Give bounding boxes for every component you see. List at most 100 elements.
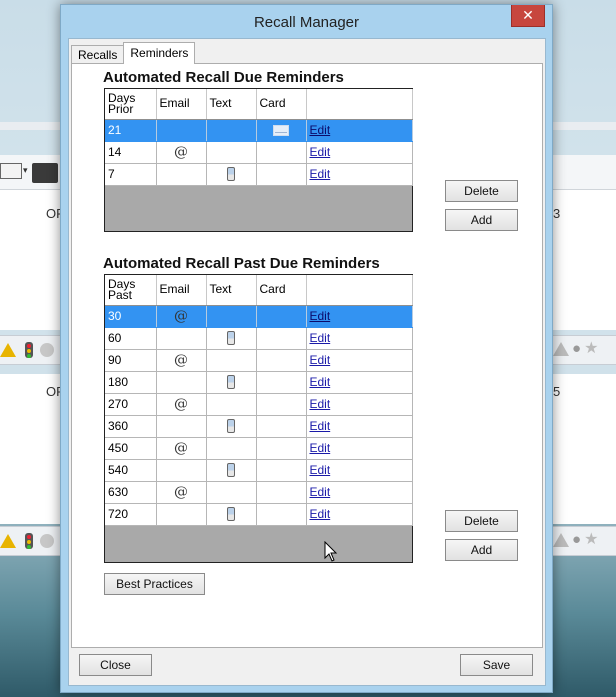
best-practices-button[interactable]: Best Practices xyxy=(104,573,205,595)
envelope-cell[interactable] xyxy=(256,119,307,142)
at-sign-cell[interactable] xyxy=(156,327,207,350)
mobile-phone-cell[interactable] xyxy=(206,305,257,328)
past-due-add-button[interactable]: Add xyxy=(445,539,518,561)
days-cell[interactable]: 540 xyxy=(105,459,157,482)
table-row[interactable]: 7 Edit xyxy=(105,163,413,186)
mobile-phone-cell[interactable] xyxy=(206,327,257,350)
window-close-button[interactable]: ✕ xyxy=(511,5,545,27)
days-cell[interactable]: 90 xyxy=(105,349,157,372)
edit-link[interactable]: Edit xyxy=(310,419,331,433)
at-sign-cell[interactable]: @ xyxy=(156,305,207,328)
days-cell[interactable]: 7 xyxy=(105,163,157,186)
days-cell[interactable]: 450 xyxy=(105,437,157,460)
table-row[interactable]: 360 Edit xyxy=(105,415,413,438)
envelope-cell[interactable] xyxy=(256,163,307,186)
edit-link[interactable]: Edit xyxy=(310,145,331,159)
column-header-days-past[interactable]: Days Past xyxy=(105,275,157,306)
past-due-reminders-grid[interactable]: Days Past Email Text Card 30 @ Edit 60 Edit 9… xyxy=(104,274,413,563)
mobile-phone-cell[interactable] xyxy=(206,503,257,526)
table-row[interactable]: 450 @ Edit xyxy=(105,437,413,460)
at-sign-cell[interactable]: @ xyxy=(156,349,207,372)
column-header-email[interactable]: Email xyxy=(156,275,207,306)
due-delete-button[interactable]: Delete xyxy=(445,180,518,202)
table-row[interactable]: 630 @ Edit xyxy=(105,481,413,504)
edit-link[interactable]: Edit xyxy=(310,441,331,455)
at-sign-cell[interactable] xyxy=(156,119,207,142)
at-sign-cell[interactable]: @ xyxy=(156,437,207,460)
days-cell[interactable]: 630 xyxy=(105,481,157,504)
title-bar[interactable]: Recall Manager ✕ xyxy=(61,5,552,38)
envelope-cell[interactable] xyxy=(256,503,307,526)
at-sign-cell[interactable]: @ xyxy=(156,393,207,416)
edit-link[interactable]: Edit xyxy=(310,397,331,411)
mobile-phone-cell[interactable] xyxy=(206,437,257,460)
edit-link[interactable]: Edit xyxy=(310,167,331,181)
days-cell[interactable]: 21 xyxy=(105,119,157,142)
envelope-cell[interactable] xyxy=(256,327,307,350)
tab-reminders[interactable]: Reminders xyxy=(123,42,196,64)
at-sign-cell[interactable]: @ xyxy=(156,141,207,164)
at-sign-cell[interactable] xyxy=(156,371,207,394)
past-due-delete-button[interactable]: Delete xyxy=(445,510,518,532)
tab-recalls[interactable]: Recalls xyxy=(71,45,125,64)
traffic-light-icon xyxy=(25,533,33,549)
edit-link[interactable]: Edit xyxy=(310,485,331,499)
at-sign-cell[interactable] xyxy=(156,163,207,186)
days-cell[interactable]: 720 xyxy=(105,503,157,526)
column-header-text[interactable]: Text xyxy=(206,89,257,120)
days-cell[interactable]: 14 xyxy=(105,141,157,164)
column-header-email[interactable]: Email xyxy=(156,89,207,120)
mobile-phone-cell[interactable] xyxy=(206,459,257,482)
edit-link[interactable]: Edit xyxy=(310,123,331,137)
table-row[interactable]: 270 @ Edit xyxy=(105,393,413,416)
at-sign-cell[interactable] xyxy=(156,459,207,482)
mobile-phone-cell[interactable] xyxy=(206,141,257,164)
table-row[interactable]: 90 @ Edit xyxy=(105,349,413,372)
mobile-phone-cell[interactable] xyxy=(206,481,257,504)
due-add-button[interactable]: Add xyxy=(445,209,518,231)
envelope-cell[interactable] xyxy=(256,459,307,482)
table-row[interactable]: 21 Edit xyxy=(105,119,413,142)
table-row[interactable]: 60 Edit xyxy=(105,327,413,350)
at-sign-cell[interactable]: @ xyxy=(156,481,207,504)
envelope-cell[interactable] xyxy=(256,349,307,372)
edit-link[interactable]: Edit xyxy=(310,331,331,345)
table-row[interactable]: 180 Edit xyxy=(105,371,413,394)
column-header-days-prior[interactable]: Days Prior xyxy=(105,89,157,120)
column-header-text[interactable]: Text xyxy=(206,275,257,306)
envelope-cell[interactable] xyxy=(256,393,307,416)
at-sign-cell[interactable] xyxy=(156,503,207,526)
envelope-cell[interactable] xyxy=(256,305,307,328)
table-row[interactable]: 720 Edit xyxy=(105,503,413,526)
envelope-cell[interactable] xyxy=(256,141,307,164)
envelope-cell[interactable] xyxy=(256,481,307,504)
days-cell[interactable]: 60 xyxy=(105,327,157,350)
at-sign-cell[interactable] xyxy=(156,415,207,438)
column-header-card[interactable]: Card xyxy=(256,275,307,306)
edit-link[interactable]: Edit xyxy=(310,353,331,367)
column-header-card[interactable]: Card xyxy=(256,89,307,120)
mobile-phone-cell[interactable] xyxy=(206,415,257,438)
envelope-cell[interactable] xyxy=(256,437,307,460)
envelope-cell[interactable] xyxy=(256,415,307,438)
mobile-phone-cell[interactable] xyxy=(206,119,257,142)
close-button[interactable]: Close xyxy=(79,654,152,676)
edit-link[interactable]: Edit xyxy=(310,463,331,477)
days-cell[interactable]: 180 xyxy=(105,371,157,394)
mobile-phone-cell[interactable] xyxy=(206,163,257,186)
days-cell[interactable]: 360 xyxy=(105,415,157,438)
due-reminders-grid[interactable]: Days Prior Email Text Card 21 Edit 14 @ Edit… xyxy=(104,88,413,232)
table-row[interactable]: 30 @ Edit xyxy=(105,305,413,328)
edit-link[interactable]: Edit xyxy=(310,507,331,521)
edit-link[interactable]: Edit xyxy=(310,309,331,323)
save-button[interactable]: Save xyxy=(460,654,533,676)
envelope-cell[interactable] xyxy=(256,371,307,394)
table-row[interactable]: 14 @ Edit xyxy=(105,141,413,164)
edit-link[interactable]: Edit xyxy=(310,375,331,389)
mobile-phone-cell[interactable] xyxy=(206,371,257,394)
table-row[interactable]: 540 Edit xyxy=(105,459,413,482)
days-cell[interactable]: 270 xyxy=(105,393,157,416)
mobile-phone-cell[interactable] xyxy=(206,393,257,416)
days-cell[interactable]: 30 xyxy=(105,305,157,328)
mobile-phone-cell[interactable] xyxy=(206,349,257,372)
